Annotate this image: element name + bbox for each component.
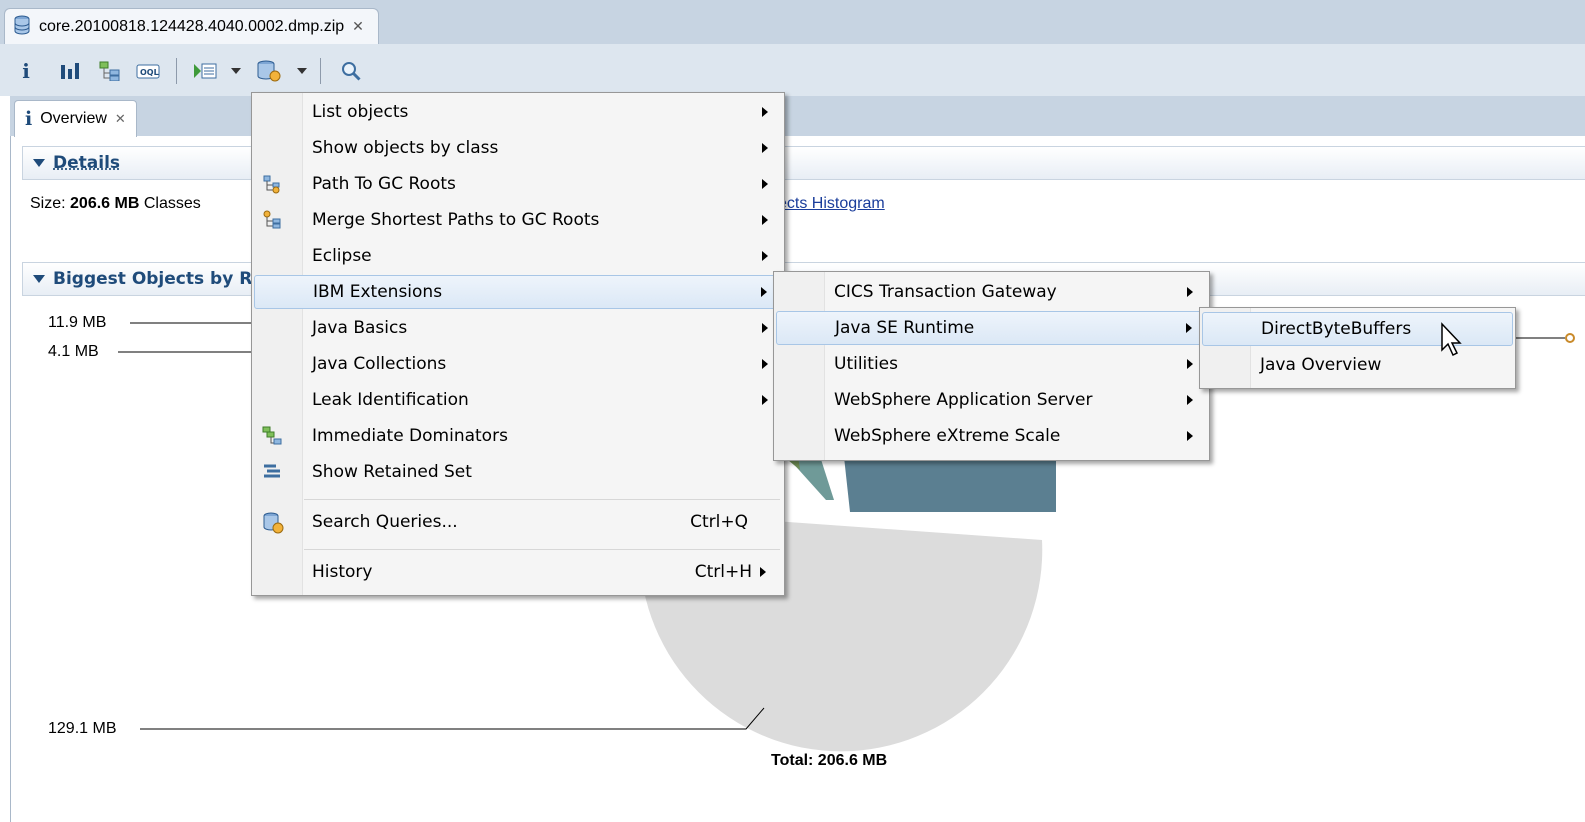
menu-item-cics-transaction-gateway[interactable]: CICS Transaction Gateway <box>776 275 1207 309</box>
menu-item-eclipse[interactable]: Eclipse <box>254 239 782 273</box>
ibm-extensions-submenu: CICS Transaction Gateway Java SE Runtime… <box>773 271 1210 461</box>
submenu-arrow-icon <box>762 215 768 225</box>
menu-item-label: Show objects by class <box>312 138 499 158</box>
submenu-arrow-icon <box>762 107 768 117</box>
menu-item-ibm-extensions[interactable]: IBM Extensions <box>254 275 782 309</box>
menu-item-label: WebSphere eXtreme Scale <box>834 426 1061 446</box>
menu-item-shortcut: Ctrl+Q <box>690 512 748 532</box>
menu-item-label: Java Basics <box>312 318 408 338</box>
menu-item-java-collections[interactable]: Java Collections <box>254 347 782 381</box>
menu-item-label: CICS Transaction Gateway <box>834 282 1057 302</box>
menu-item-label: Utilities <box>834 354 898 374</box>
immediate-dominators-icon <box>262 426 282 446</box>
submenu-arrow-icon <box>762 323 768 333</box>
submenu-arrow-icon <box>1187 359 1193 369</box>
menu-item-label: Java SE Runtime <box>835 318 975 338</box>
menu-item-java-overview[interactable]: Java Overview <box>1202 348 1513 382</box>
query-browser-icon <box>262 512 284 534</box>
pie-label: 129.1 MB <box>48 720 117 737</box>
menu-item-directbytebuffers[interactable]: DirectByteBuffers <box>1202 312 1513 346</box>
menu-item-history[interactable]: History Ctrl+H <box>254 555 782 589</box>
java-se-runtime-submenu: DirectByteBuffers Java Overview <box>1199 307 1516 389</box>
menu-item-list-objects[interactable]: List objects <box>254 95 782 129</box>
merge-paths-icon <box>262 210 282 230</box>
leader-dot <box>1565 333 1575 343</box>
submenu-arrow-icon <box>762 395 768 405</box>
menu-item-label: Search Queries... <box>312 512 458 532</box>
menu-item-merge-shortest-paths[interactable]: Merge Shortest Paths to GC Roots <box>254 203 782 237</box>
menu-separator <box>304 549 780 550</box>
menu-item-java-se-runtime[interactable]: Java SE Runtime <box>776 311 1207 345</box>
retained-set-icon <box>262 462 282 482</box>
leader-line <box>140 707 765 730</box>
pie-label: 11.9 MB <box>48 314 107 331</box>
menu-item-label: History <box>312 562 373 582</box>
menu-item-label: IBM Extensions <box>313 282 443 302</box>
menu-item-leak-identification[interactable]: Leak Identification <box>254 383 782 417</box>
menu-item-label: List objects <box>312 102 409 122</box>
path-to-gc-roots-icon <box>262 174 282 194</box>
mouse-cursor-icon <box>1441 322 1462 357</box>
pie-label: 4.1 MB <box>48 343 99 360</box>
menu-item-path-to-gc-roots[interactable]: Path To GC Roots <box>254 167 782 201</box>
menu-item-label: Merge Shortest Paths to GC Roots <box>312 210 600 230</box>
menu-item-label: DirectByteBuffers <box>1261 319 1412 339</box>
menu-item-java-basics[interactable]: Java Basics <box>254 311 782 345</box>
pie-total: Total: 206.6 MB <box>771 752 888 769</box>
menu-item-immediate-dominators[interactable]: Immediate Dominators <box>254 419 782 453</box>
menu-item-utilities[interactable]: Utilities <box>776 347 1207 381</box>
menu-item-label: Leak Identification <box>312 390 469 410</box>
submenu-arrow-icon <box>1187 287 1193 297</box>
submenu-arrow-icon <box>762 251 768 261</box>
menu-item-label: WebSphere Application Server <box>834 390 1093 410</box>
submenu-arrow-icon <box>1187 431 1193 441</box>
submenu-arrow-icon <box>1186 323 1192 333</box>
menu-item-websphere-extreme-scale[interactable]: WebSphere eXtreme Scale <box>776 419 1207 453</box>
menu-item-show-objects-by-class[interactable]: Show objects by class <box>254 131 782 165</box>
menu-item-show-retained-set[interactable]: Show Retained Set <box>254 455 782 489</box>
submenu-arrow-icon <box>762 143 768 153</box>
menu-item-label: Java Overview <box>1260 355 1382 375</box>
menu-item-label: Java Collections <box>312 354 447 374</box>
submenu-arrow-icon <box>760 567 766 577</box>
submenu-arrow-icon <box>762 359 768 369</box>
submenu-arrow-icon <box>762 179 768 189</box>
menu-item-label: Show Retained Set <box>312 462 472 482</box>
menu-item-label: Immediate Dominators <box>312 426 508 446</box>
menu-item-websphere-application-server[interactable]: WebSphere Application Server <box>776 383 1207 417</box>
menu-item-search-queries[interactable]: Search Queries... Ctrl+Q <box>254 505 782 539</box>
submenu-arrow-icon <box>761 287 767 297</box>
menu-item-shortcut: Ctrl+H <box>694 562 752 582</box>
query-menu: List objects Show objects by class Path … <box>251 92 785 596</box>
submenu-arrow-icon <box>1187 395 1193 405</box>
menu-separator <box>304 499 780 500</box>
menu-item-label: Eclipse <box>312 246 372 266</box>
menu-item-label: Path To GC Roots <box>312 174 456 194</box>
